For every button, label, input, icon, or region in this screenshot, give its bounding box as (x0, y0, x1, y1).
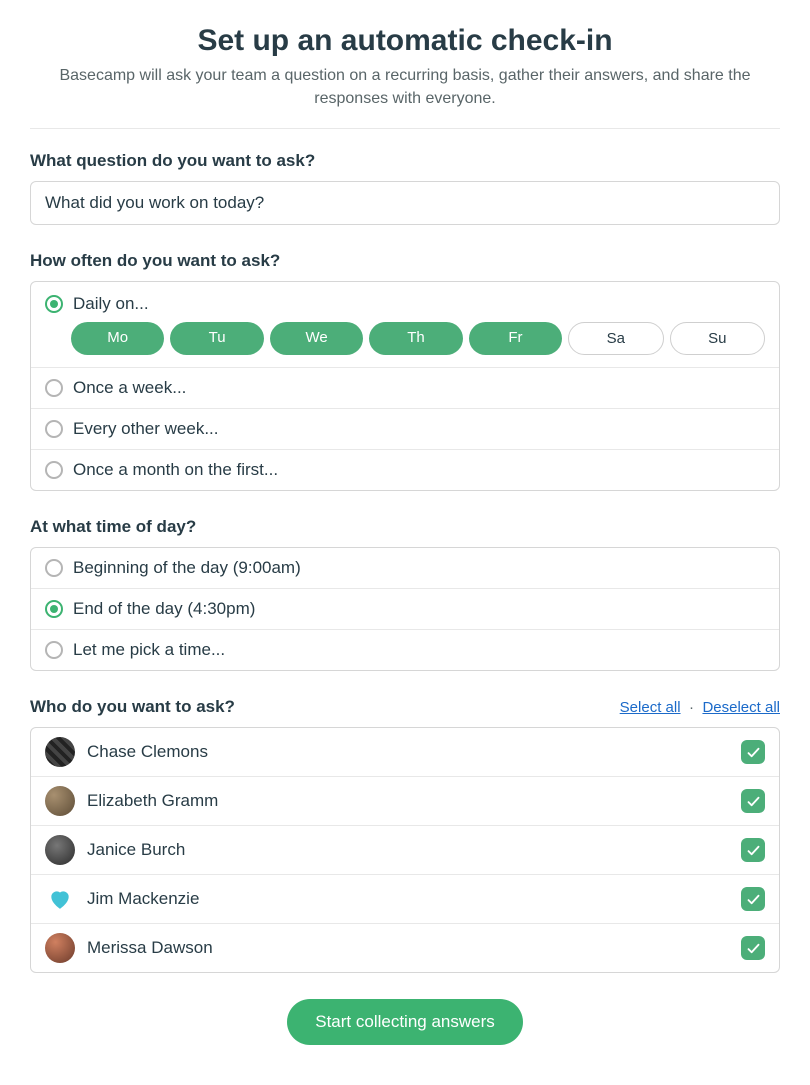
person-row[interactable]: Janice Burch (31, 825, 779, 874)
radio-icon (45, 559, 63, 577)
radio-icon (45, 420, 63, 438)
time-option-label: End of the day (4:30pm) (73, 599, 255, 619)
avatar (45, 933, 75, 963)
time-option-label: Let me pick a time... (73, 640, 225, 660)
person-row[interactable]: Chase Clemons (31, 728, 779, 776)
frequency-option-label: Every other week... (73, 419, 219, 439)
time-option-end[interactable]: End of the day (4:30pm) (31, 588, 779, 629)
avatar (45, 786, 75, 816)
day-pill-fr[interactable]: Fr (469, 322, 562, 355)
radio-icon (45, 641, 63, 659)
person-name: Jim Mackenzie (87, 889, 729, 909)
person-name: Elizabeth Gramm (87, 791, 729, 811)
page-subtitle: Basecamp will ask your team a question o… (55, 64, 755, 110)
day-pill-su[interactable]: Su (670, 322, 765, 355)
frequency-option-label: Once a week... (73, 378, 186, 398)
frequency-option-biweekly[interactable]: Every other week... (31, 408, 779, 449)
radio-icon (45, 600, 63, 618)
select-all-link[interactable]: Select all (620, 699, 681, 716)
check-icon[interactable] (741, 838, 765, 862)
day-pill-sa[interactable]: Sa (568, 322, 663, 355)
frequency-label: How often do you want to ask? (30, 251, 780, 271)
frequency-option-daily[interactable]: Daily on... MoTuWeThFrSaSu (31, 282, 779, 367)
question-label: What question do you want to ask? (30, 151, 780, 171)
radio-icon (45, 295, 63, 313)
time-label: At what time of day? (30, 517, 780, 537)
frequency-option-label: Daily on... (73, 294, 149, 314)
check-icon[interactable] (741, 740, 765, 764)
person-row[interactable]: Merissa Dawson (31, 923, 779, 972)
person-row[interactable]: Elizabeth Gramm (31, 776, 779, 825)
day-pill-we[interactable]: We (270, 322, 363, 355)
time-option-beginning[interactable]: Beginning of the day (9:00am) (31, 548, 779, 588)
day-pill-tu[interactable]: Tu (170, 322, 263, 355)
frequency-option-monthly[interactable]: Once a month on the first... (31, 449, 779, 490)
check-icon[interactable] (741, 936, 765, 960)
check-icon[interactable] (741, 789, 765, 813)
person-name: Janice Burch (87, 840, 729, 860)
who-bulk-actions: Select all · Deselect all (620, 699, 780, 717)
person-name: Merissa Dawson (87, 938, 729, 958)
day-pill-mo[interactable]: Mo (71, 322, 164, 355)
radio-icon (45, 379, 63, 397)
avatar (45, 835, 75, 865)
day-pill-th[interactable]: Th (369, 322, 462, 355)
check-icon[interactable] (741, 887, 765, 911)
radio-icon (45, 461, 63, 479)
who-label: Who do you want to ask? (30, 697, 235, 717)
page-title: Set up an automatic check-in (30, 24, 780, 58)
time-panel: Beginning of the day (9:00am) End of the… (30, 547, 780, 671)
frequency-panel: Daily on... MoTuWeThFrSaSu Once a week..… (30, 281, 780, 491)
frequency-option-label: Once a month on the first... (73, 460, 278, 480)
time-option-label: Beginning of the day (9:00am) (73, 558, 301, 578)
start-collecting-button[interactable]: Start collecting answers (287, 999, 523, 1045)
question-input[interactable] (30, 181, 780, 225)
heart-icon (45, 884, 75, 914)
people-panel: Chase Clemons Elizabeth Gramm Janice Burch… (30, 727, 780, 973)
deselect-all-link[interactable]: Deselect all (702, 699, 780, 716)
header-divider (30, 128, 780, 129)
person-row[interactable]: Jim Mackenzie (31, 874, 779, 923)
person-name: Chase Clemons (87, 742, 729, 762)
avatar (45, 737, 75, 767)
time-option-pick[interactable]: Let me pick a time... (31, 629, 779, 670)
frequency-option-weekly[interactable]: Once a week... (31, 367, 779, 408)
link-separator: · (689, 699, 694, 716)
day-selector: MoTuWeThFrSaSu (45, 322, 765, 355)
